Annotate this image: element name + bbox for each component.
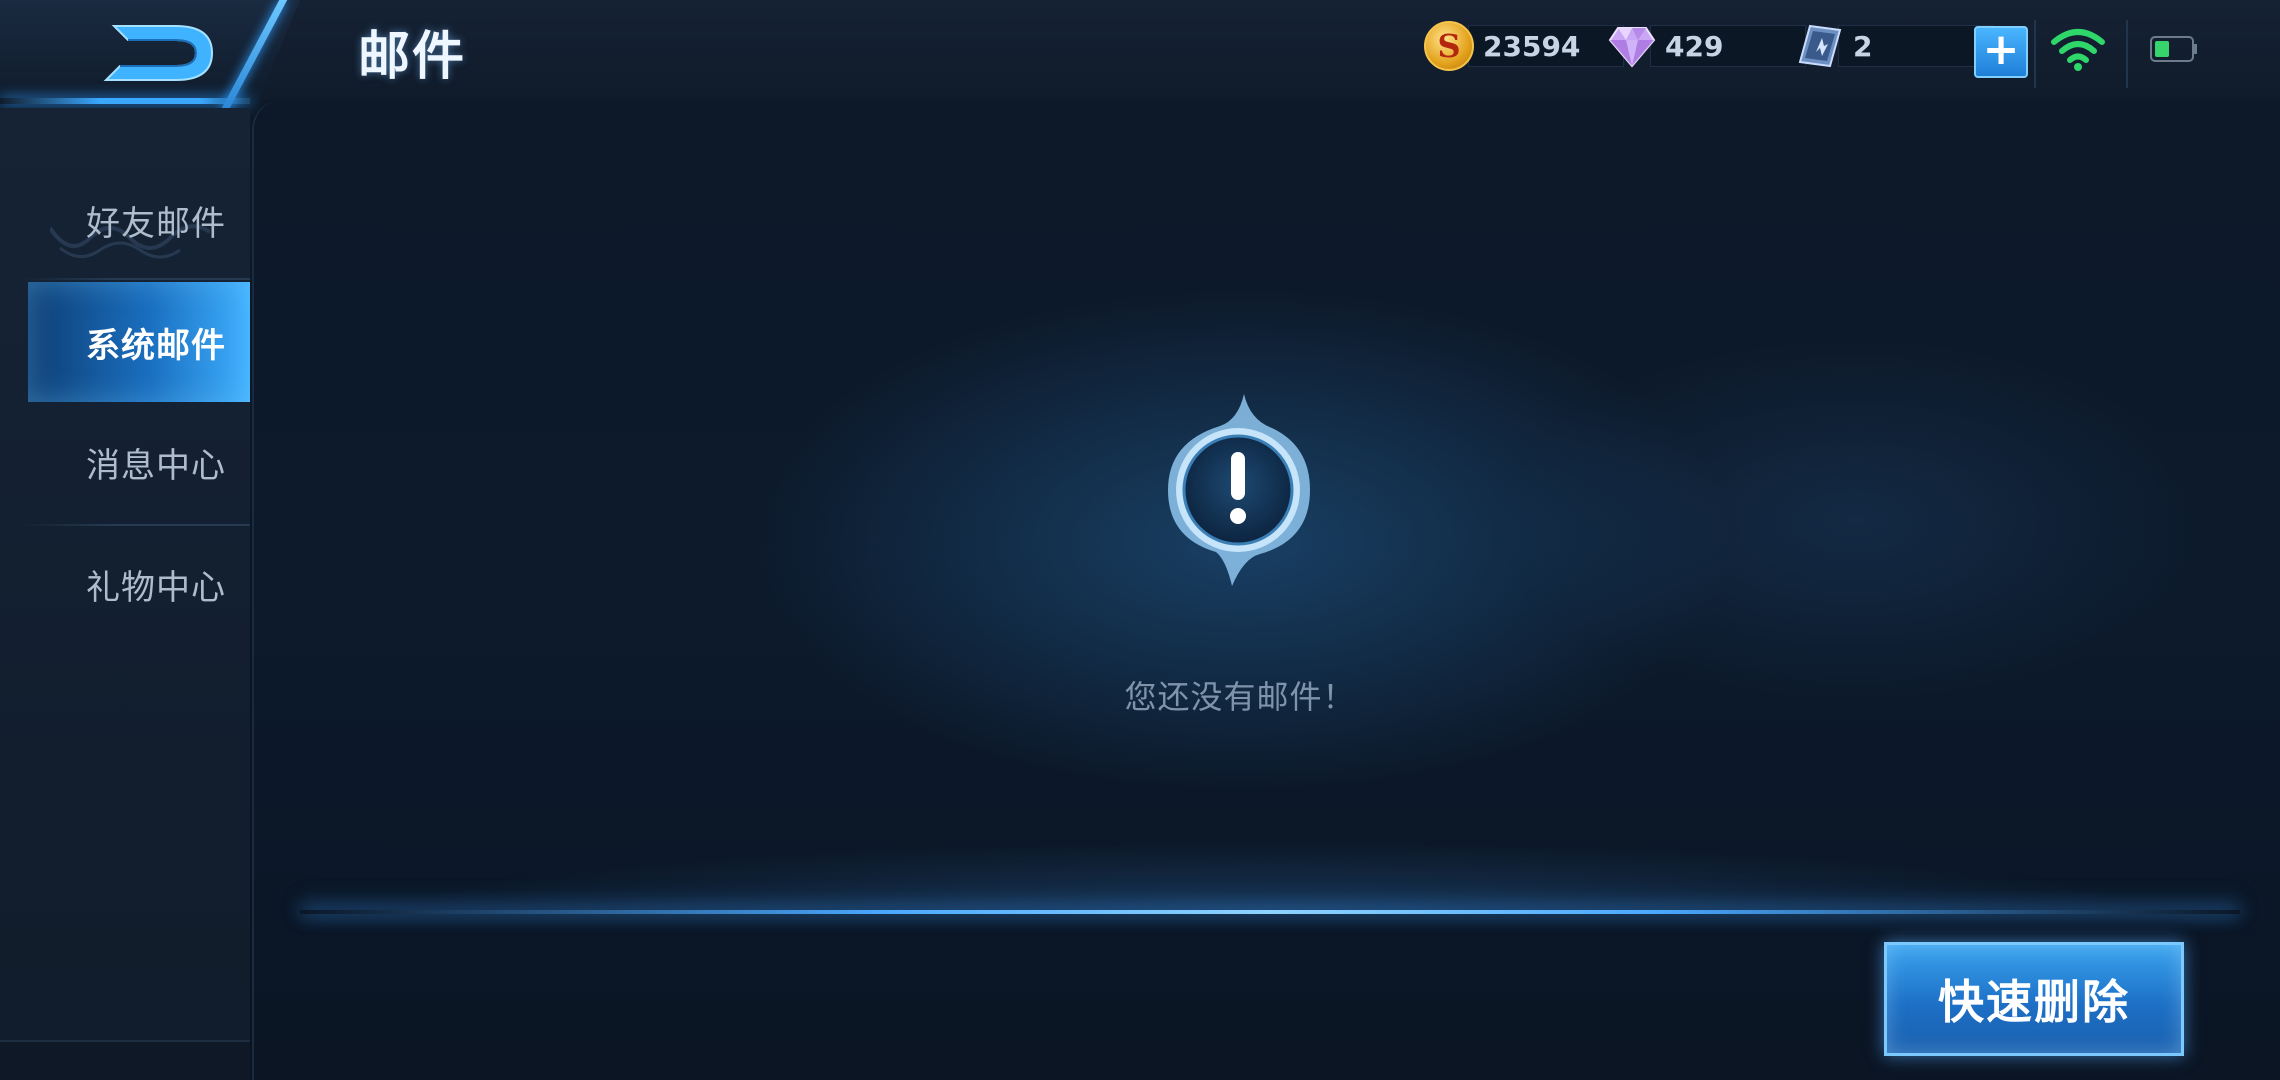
sidebar-item-label: 系统邮件	[86, 325, 226, 366]
add-currency-button[interactable]: +	[1974, 26, 2028, 78]
sidebar-divider	[20, 278, 250, 280]
sidebar-item-system-mail[interactable]: 系统邮件	[28, 282, 250, 402]
sidebar-footer	[0, 1040, 250, 1080]
diamond-value: 429	[1650, 25, 1806, 67]
sidebar-item-friend-mail[interactable]: 好友邮件	[0, 160, 250, 280]
gold-coin-icon: S	[1424, 21, 1474, 71]
diamond-currency: 429	[1608, 24, 1806, 68]
wifi-icon	[2051, 29, 2105, 71]
diamond-icon	[1608, 27, 1656, 68]
sidebar-item-gift-center[interactable]: 礼物中心	[0, 524, 250, 644]
quick-delete-button[interactable]: 快速删除	[1884, 942, 2184, 1056]
plus-icon: +	[1982, 24, 2020, 75]
gold-currency: S 23594	[1424, 21, 1624, 71]
glow-haze	[400, 840, 2140, 910]
back-arrow-icon[interactable]	[100, 18, 220, 88]
sidebar-item-label: 礼物中心	[86, 567, 226, 608]
mail-screen: 邮件 S 23594 429 2 + 好友邮件 系统邮件 消息中心 礼物中心 您…	[0, 0, 2280, 1080]
ticket-icon	[1798, 24, 1842, 68]
battery-icon	[2150, 36, 2197, 62]
exclamation-icon	[1168, 394, 1310, 586]
ticket-currency: 2	[1796, 24, 1994, 68]
sidebar-item-message-center[interactable]: 消息中心	[0, 402, 250, 522]
back-glow-edge	[0, 98, 250, 104]
divider	[2034, 20, 2036, 88]
empty-message: 您还没有邮件！	[1124, 678, 1356, 716]
divider	[2126, 20, 2128, 88]
gold-value: 23594	[1468, 25, 1624, 67]
sidebar-item-label: 消息中心	[86, 445, 226, 486]
sidebar-item-label: 好友邮件	[86, 203, 226, 244]
ticket-value: 2	[1838, 25, 1994, 67]
mail-list-panel	[252, 100, 2280, 1080]
glow-divider	[300, 910, 2240, 914]
page-title: 邮件	[358, 27, 467, 87]
